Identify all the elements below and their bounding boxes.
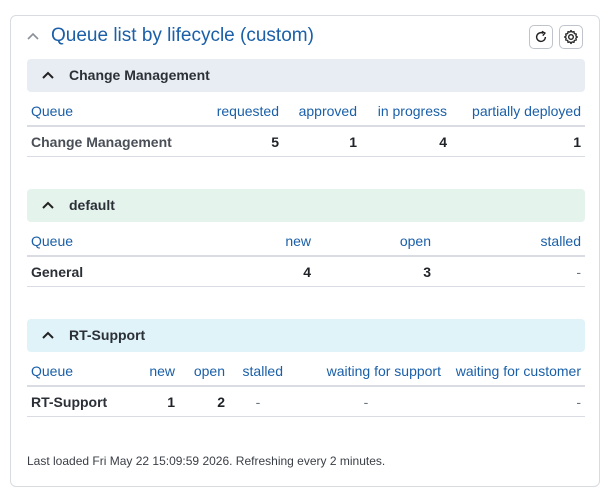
count-cell: - — [229, 386, 287, 417]
table-row: General 4 3 - — [27, 256, 585, 287]
column-header-waiting-for-support[interactable]: waiting for support — [287, 356, 445, 387]
column-header-new[interactable]: new — [185, 226, 315, 257]
queue-name-link[interactable]: General — [27, 256, 185, 287]
count-cell: - — [435, 256, 585, 287]
column-header-queue[interactable]: Queue — [27, 226, 185, 257]
section-title: RT-Support — [69, 327, 146, 343]
column-header-approved[interactable]: approved — [283, 96, 361, 127]
count-cell[interactable]: 4 — [361, 126, 451, 157]
column-header-waiting-for-customer[interactable]: waiting for customer — [445, 356, 585, 387]
chevron-up-icon — [42, 331, 54, 339]
gear-icon — [563, 29, 579, 45]
column-header-queue[interactable]: Queue — [27, 96, 185, 127]
queue-table-change-management: Queue requested approved in progress par… — [27, 96, 585, 157]
count-cell: - — [287, 386, 445, 417]
column-header-open[interactable]: open — [179, 356, 229, 387]
count-cell[interactable]: 5 — [185, 126, 283, 157]
column-header-requested[interactable]: requested — [185, 96, 283, 127]
queue-table-rt-support: Queue new open stalled waiting for suppo… — [27, 356, 585, 417]
table-row: RT-Support 1 2 - - - — [27, 386, 585, 417]
section-header-rt-support[interactable]: RT-Support — [27, 319, 585, 352]
widget-title[interactable]: Queue list by lifecycle (custom) — [51, 25, 314, 47]
section-header-change-management[interactable]: Change Management — [27, 59, 585, 92]
queue-name-link[interactable]: RT-Support — [27, 386, 131, 417]
last-loaded-status: Last loaded Fri May 22 15:09:59 2026. Re… — [27, 454, 386, 468]
chevron-up-icon — [42, 71, 54, 79]
section-title: Change Management — [69, 67, 210, 83]
column-header-new[interactable]: new — [131, 356, 179, 387]
table-row: Change Management 5 1 4 1 — [27, 126, 585, 157]
column-header-partially-deployed[interactable]: partially deployed — [451, 96, 585, 127]
queue-list-widget: Queue list by lifecycle (custom) Change … — [10, 15, 600, 487]
column-header-stalled[interactable]: stalled — [435, 226, 585, 257]
count-cell[interactable]: 1 — [131, 386, 179, 417]
count-cell: - — [445, 386, 585, 417]
column-header-in-progress[interactable]: in progress — [361, 96, 451, 127]
settings-button[interactable] — [559, 25, 583, 49]
section-header-default[interactable]: default — [27, 189, 585, 222]
count-cell[interactable]: 1 — [451, 126, 585, 157]
refresh-icon — [535, 30, 547, 43]
queue-name-link[interactable]: Change Management — [27, 126, 185, 157]
count-cell[interactable]: 1 — [283, 126, 361, 157]
chevron-up-icon — [42, 201, 54, 209]
column-header-queue[interactable]: Queue — [27, 356, 131, 387]
column-header-open[interactable]: open — [315, 226, 435, 257]
refresh-button[interactable] — [529, 25, 553, 49]
section-title: default — [69, 197, 115, 213]
count-cell[interactable]: 2 — [179, 386, 229, 417]
collapse-widget-icon[interactable] — [25, 26, 41, 46]
queue-table-default: Queue new open stalled General 4 3 - — [27, 226, 585, 287]
column-header-stalled[interactable]: stalled — [229, 356, 287, 387]
widget-header: Queue list by lifecycle (custom) — [11, 16, 599, 60]
count-cell[interactable]: 4 — [185, 256, 315, 287]
count-cell[interactable]: 3 — [315, 256, 435, 287]
